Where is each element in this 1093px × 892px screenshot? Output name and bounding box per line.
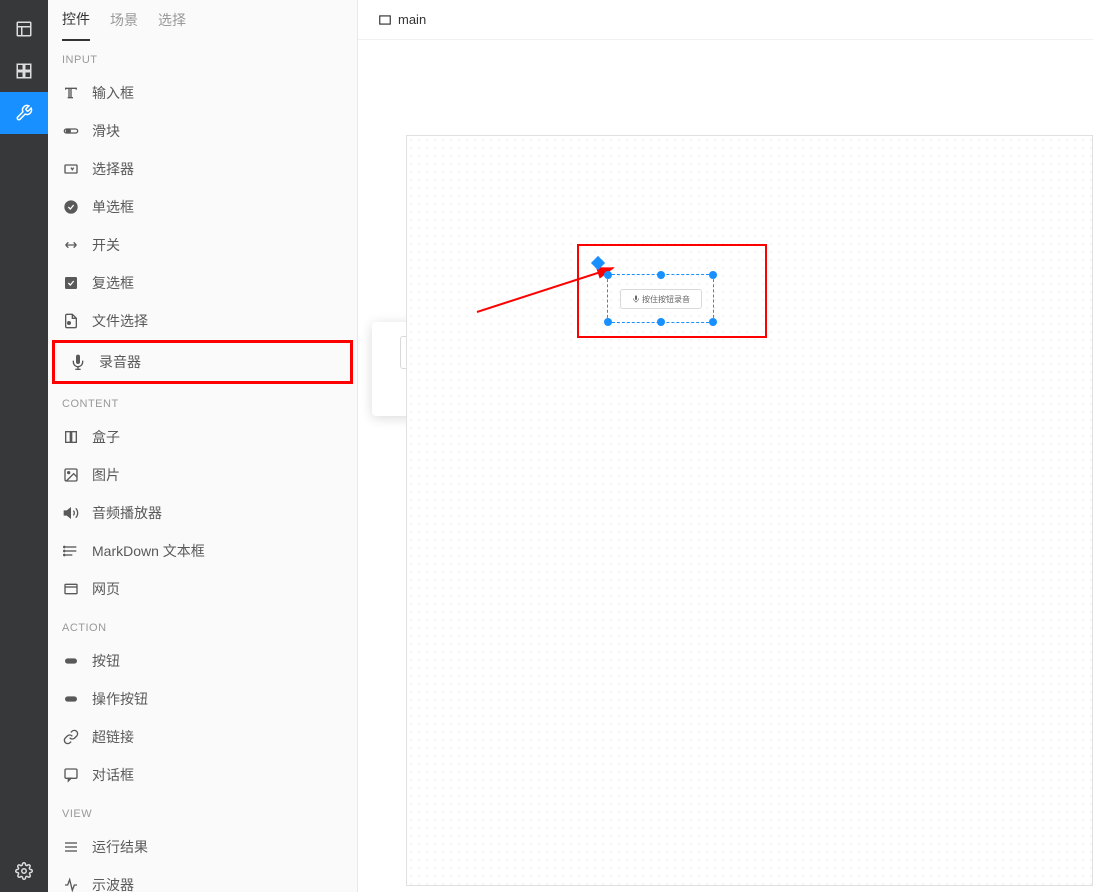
left-icon-toolbar [0,0,48,892]
action-button-icon [62,690,80,708]
breadcrumb-label: main [398,12,426,27]
textfield-icon [62,84,80,102]
component-label: 对话框 [92,765,134,785]
box-icon [62,428,80,446]
component-item-dialog[interactable]: 对话框 [48,756,357,794]
image-icon [62,466,80,484]
component-item-oscilloscope[interactable]: 示波器 [48,866,357,892]
component-item-markdown[interactable]: MarkDown 文本框 [48,532,357,570]
component-item-action-button[interactable]: 操作按钮 [48,680,357,718]
resize-handle-bl[interactable] [604,318,612,326]
resize-handle-bm[interactable] [657,318,665,326]
microphone-icon [69,353,87,371]
artboard[interactable]: 按住按钮录音 [406,135,1093,886]
tab-scene[interactable]: 场景 [110,0,138,40]
component-label: 录音器 [99,352,141,372]
radio-icon [62,198,80,216]
toolbar-layout-button[interactable] [0,8,48,50]
component-item-webpage[interactable]: 网页 [48,570,357,608]
resize-handle-tl[interactable] [604,271,612,279]
component-item-button[interactable]: 按钮 [48,642,357,680]
panel-scroll-area[interactable]: INPUT 输入框 滑块 选择器 单选框 开关 复选框 文件选择 [48,40,357,892]
component-item-link[interactable]: 超链接 [48,718,357,756]
placed-recorder-selection[interactable]: 按住按钮录音 [607,274,714,323]
component-label: 盒子 [92,427,120,447]
component-item-switch[interactable]: 开关 [48,226,357,264]
tools-icon [15,104,33,122]
resize-handle-tr[interactable] [709,271,717,279]
component-item-image[interactable]: 图片 [48,456,357,494]
component-item-checkbox[interactable]: 复选框 [48,264,357,302]
component-label: 输入框 [92,83,134,103]
section-view-header: VIEW [48,794,357,828]
component-label: 单选框 [92,197,134,217]
dialog-icon [62,766,80,784]
button-icon [62,652,80,670]
panel-tabs: 控件 场景 选择 [48,0,357,40]
section-input-header: INPUT [48,40,357,74]
checkbox-icon [62,274,80,292]
audio-icon [62,504,80,522]
main-area: main 按住按钮录音 录音器 [358,0,1093,892]
component-label: 示波器 [92,875,134,892]
component-item-file[interactable]: 文件选择 [48,302,357,340]
switch-icon [62,236,80,254]
component-label: 文件选择 [92,311,148,331]
rect-icon [378,13,392,27]
webpage-icon [62,580,80,598]
file-icon [62,312,80,330]
component-item-textfield[interactable]: 输入框 [48,74,357,112]
components-icon [15,62,33,80]
component-label: 网页 [92,579,120,599]
section-action-header: ACTION [48,608,357,642]
resize-handle-tm[interactable] [657,271,665,279]
layout-icon [15,20,33,38]
component-label: 运行结果 [92,837,148,857]
component-label: 音频播放器 [92,503,162,523]
section-content-header: CONTENT [48,384,357,418]
tab-controls[interactable]: 控件 [62,0,90,41]
component-label: 按钮 [92,651,120,671]
canvas-area[interactable]: 按住按钮录音 录音器 [358,40,1093,892]
placed-recorder-text: 按住按钮录音 [642,294,690,305]
breadcrumb-main[interactable]: main [370,8,434,31]
component-label: 超链接 [92,727,134,747]
component-item-audio[interactable]: 音频播放器 [48,494,357,532]
component-label: 操作按钮 [92,689,148,709]
slider-icon [62,122,80,140]
breadcrumb-bar: main [358,0,1093,40]
component-item-recorder[interactable]: 录音器 [52,340,353,384]
component-item-box[interactable]: 盒子 [48,418,357,456]
side-panel: 控件 场景 选择 INPUT 输入框 滑块 选择器 单选框 开关 复选框 [48,0,358,892]
component-item-radio[interactable]: 单选框 [48,188,357,226]
settings-icon [15,862,33,880]
result-icon [62,838,80,856]
component-item-result[interactable]: 运行结果 [48,828,357,866]
component-item-select[interactable]: 选择器 [48,150,357,188]
component-label: 图片 [92,465,120,485]
component-label: MarkDown 文本框 [92,541,205,561]
component-label: 选择器 [92,159,134,179]
component-item-slider[interactable]: 滑块 [48,112,357,150]
oscilloscope-icon [62,876,80,892]
select-icon [62,160,80,178]
microphone-icon [632,295,640,303]
toolbar-settings-button[interactable] [0,850,48,892]
markdown-icon [62,542,80,560]
component-label: 复选框 [92,273,134,293]
tab-select[interactable]: 选择 [158,0,186,40]
toolbar-tools-button[interactable] [0,92,48,134]
toolbar-components-button[interactable] [0,50,48,92]
placed-recorder-button[interactable]: 按住按钮录音 [620,289,702,309]
resize-handle-br[interactable] [709,318,717,326]
link-icon [62,728,80,746]
component-label: 滑块 [92,121,120,141]
component-label: 开关 [92,235,120,255]
